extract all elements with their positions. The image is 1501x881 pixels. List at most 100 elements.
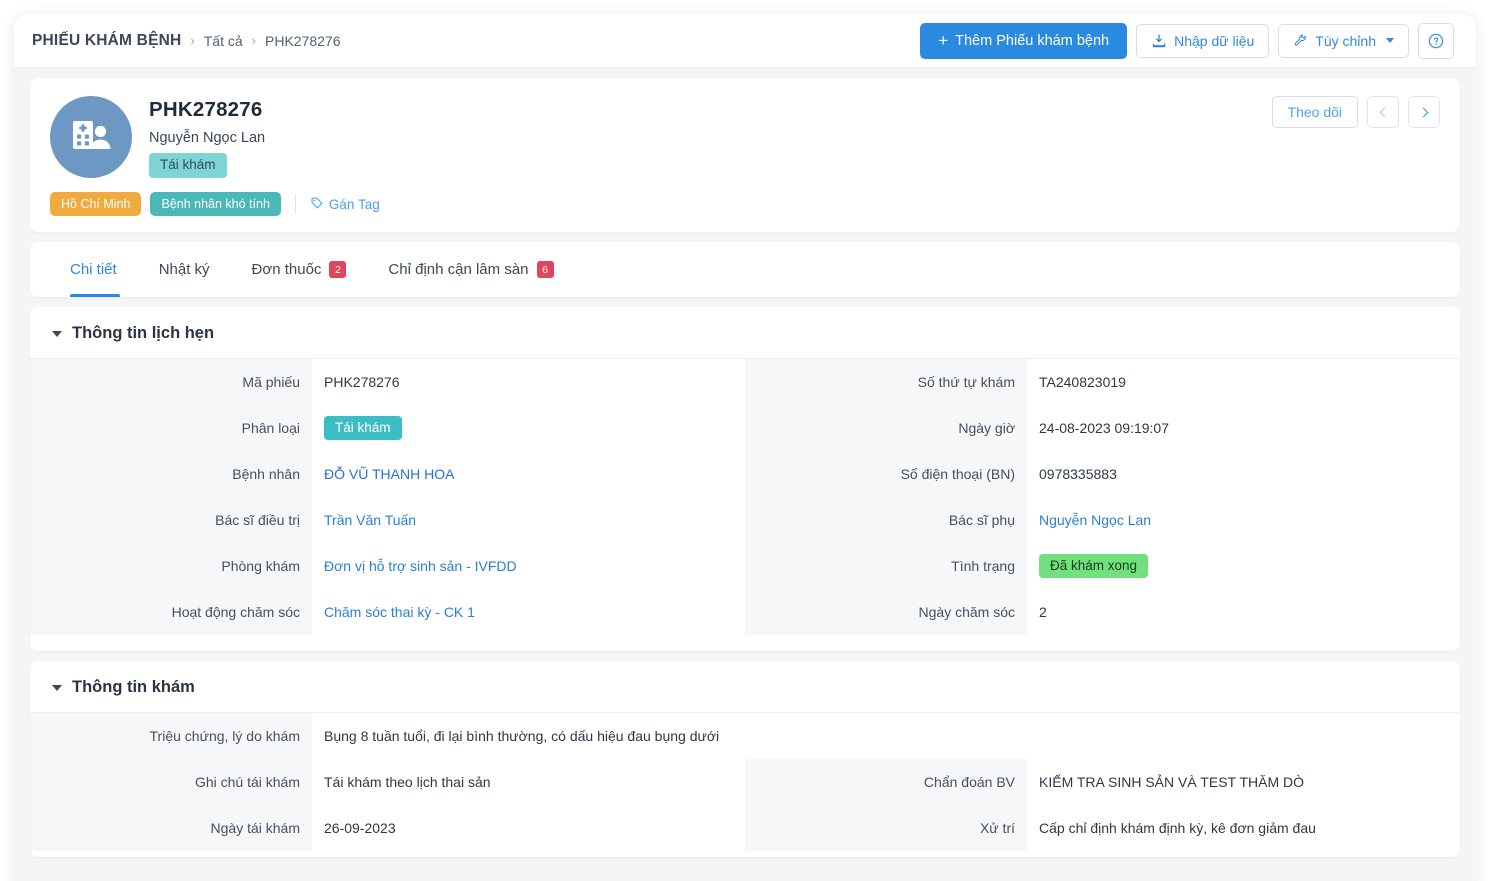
tag-icon [310, 196, 324, 213]
field-value-link[interactable]: Chăm sóc thai kỳ - CK 1 [312, 594, 745, 630]
appointment-left-column: Mã phiếu PHK278276 Phân loại Tái khám Bệ… [30, 359, 745, 635]
exam-section-title: Thông tin khám [72, 678, 195, 696]
app-shell: PHIẾU KHÁM BỆNH › Tất cả › PHK278276 + T… [14, 14, 1476, 881]
field-value: 0978335883 [1039, 466, 1117, 482]
field-ngay-gio: Ngày giờ 24-08-2023 09:19:07 [745, 405, 1460, 451]
divider [294, 194, 296, 214]
field-ghi-chu-tai-kham: Ghi chú tái khám Tái khám theo lịch thai… [30, 759, 745, 805]
field-label: Chẩn đoán BV [745, 759, 1027, 805]
follow-button[interactable]: Theo dõi [1271, 96, 1358, 128]
clinic-person-icon [69, 115, 113, 160]
patient-header-card: PHK278276 Nguyễn Ngọc Lan Tái khám Hồ Ch… [30, 78, 1460, 232]
field-value-link[interactable]: Đơn vị hỗ trợ sinh sản - IVFDD [312, 548, 745, 584]
field-so-thu-tu-kham: Số thứ tự khám TA240823019 [745, 359, 1460, 405]
field-chan-doan-bv: Chẩn đoán BV KIỂM TRA SINH SẢN VÀ TEST T… [745, 759, 1460, 805]
field-ngay-tai-kham: Ngày tái khám 26-09-2023 [30, 805, 745, 851]
exam-info-card: Thông tin khám Triệu chứng, lý do khám B… [30, 661, 1460, 857]
exam-right-column: Chẩn đoán BV KIỂM TRA SINH SẢN VÀ TEST T… [745, 759, 1460, 851]
previous-record-button[interactable] [1367, 96, 1399, 128]
field-label: Ngày tái khám [30, 805, 312, 851]
import-data-button[interactable]: Nhập dữ liệu [1136, 23, 1270, 58]
caret-down-icon[interactable] [52, 330, 62, 337]
field-ngay-cham-soc: Ngày chăm sóc 2 [745, 589, 1460, 635]
field-label: Phòng khám [30, 543, 312, 589]
customize-button[interactable]: Tùy chỉnh [1278, 23, 1409, 58]
field-value: KIỂM TRA SINH SẢN VÀ TEST THĂM DÒ [1039, 774, 1305, 790]
plus-icon: + [938, 31, 949, 50]
assign-tag-label: Gán Tag [328, 196, 380, 212]
classification-badge: Tái khám [324, 415, 402, 441]
tab-log[interactable]: Nhật ký [138, 242, 231, 297]
next-record-button[interactable] [1408, 96, 1440, 128]
field-value: Đã khám xong [1027, 544, 1460, 589]
avatar [50, 96, 132, 178]
tag-row: Hồ Chí Minh Bệnh nhân khó tính Gán Tag [50, 192, 1440, 216]
patient-owner: Nguyễn Ngọc Lan [149, 130, 266, 146]
tab-bar: Chi tiết Nhật ký Đơn thuốc 2 Chỉ định cậ… [52, 242, 1438, 297]
customize-label: Tùy chỉnh [1315, 32, 1376, 49]
field-label: Ngày chăm sóc [745, 589, 1027, 635]
breadcrumb-item-all[interactable]: Tất cả [204, 33, 243, 49]
field-label: Mã phiếu [30, 359, 312, 405]
field-value: 26-09-2023 [324, 820, 396, 836]
import-data-label: Nhập dữ liệu [1174, 32, 1255, 49]
field-bac-si-phu: Bác sĩ phụ Nguyễn Ngọc Lan [745, 497, 1460, 543]
tab-bar-card: Chi tiết Nhật ký Đơn thuốc 2 Chỉ định cậ… [30, 242, 1460, 297]
field-value-link[interactable]: ĐỖ VŨ THANH HOA [312, 456, 745, 492]
tab-detail[interactable]: Chi tiết [52, 242, 138, 297]
exam-section-header[interactable]: Thông tin khám [30, 661, 1460, 713]
add-record-button[interactable]: + Thêm Phiếu khám bệnh [920, 22, 1128, 59]
field-label: Triệu chứng, lý do khám [30, 713, 312, 759]
page-root: PHIẾU KHÁM BỆNH › Tất cả › PHK278276 + T… [0, 0, 1501, 881]
page-title: PHK278276 [149, 98, 263, 121]
field-trieu-chung: Triệu chứng, lý do khám Bụng 8 tuần tuổi… [30, 713, 1460, 759]
breadcrumb-separator-icon: › [190, 33, 195, 48]
wrench-icon [1293, 33, 1308, 48]
appointment-fields-grid: Mã phiếu PHK278276 Phân loại Tái khám Bệ… [30, 359, 1460, 635]
tab-log-label: Nhật ký [158, 261, 210, 278]
chevron-right-icon [1418, 107, 1428, 117]
field-value-link[interactable]: Trần Văn Tuấn [312, 502, 745, 538]
breadcrumb-separator-icon: › [251, 33, 256, 48]
help-button[interactable] [1418, 22, 1454, 59]
field-label: Phân loại [30, 405, 312, 451]
import-icon [1151, 33, 1167, 49]
patient-card-actions: Theo dõi [1271, 96, 1440, 128]
field-tinh-trang: Tình trạng Đã khám xong [745, 543, 1460, 589]
tag-location[interactable]: Hồ Chí Minh [50, 192, 142, 216]
chevron-left-icon [1379, 107, 1389, 117]
field-value: Tái khám [312, 406, 745, 451]
breadcrumb-item-current: PHK278276 [265, 32, 341, 49]
add-record-label: Thêm Phiếu khám bệnh [955, 32, 1110, 49]
exam-left-column: Ghi chú tái khám Tái khám theo lịch thai… [30, 759, 745, 851]
top-toolbar: PHIẾU KHÁM BỆNH › Tất cả › PHK278276 + T… [14, 14, 1476, 68]
field-value: PHK278276 [324, 374, 400, 390]
caret-down-icon[interactable] [52, 684, 62, 691]
tab-prescription[interactable]: Đơn thuốc 2 [231, 242, 368, 297]
breadcrumb-root[interactable]: PHIẾU KHÁM BỆNH [32, 32, 181, 50]
field-xu-tri: Xử trí Cấp chỉ định khám định kỳ, kê đơn… [745, 805, 1460, 851]
tab-paraclinical[interactable]: Chỉ định cận lâm sàn 6 [367, 242, 574, 297]
breadcrumb: PHIẾU KHÁM BỆNH › Tất cả › PHK278276 [32, 32, 341, 50]
field-label: Ngày giờ [745, 405, 1027, 451]
appointment-section-header[interactable]: Thông tin lịch hẹn [30, 307, 1460, 359]
tab-detail-label: Chi tiết [70, 261, 117, 278]
field-value-link[interactable]: Nguyễn Ngọc Lan [1027, 502, 1460, 538]
field-value: Tái khám theo lịch thai sản [324, 774, 491, 790]
tab-prescription-badge: 2 [329, 261, 347, 278]
field-label: Số thứ tự khám [745, 359, 1027, 405]
status-badge: Tái khám [149, 153, 227, 178]
tab-paraclinical-label: Chỉ định cận lâm sàn [388, 261, 529, 278]
field-phan-loai: Phân loại Tái khám [30, 405, 745, 451]
field-value: TA240823019 [1039, 374, 1126, 390]
field-hoat-dong-cham-soc: Hoạt động chăm sóc Chăm sóc thai kỳ - CK… [30, 589, 745, 635]
exam-fields-grid: Ghi chú tái khám Tái khám theo lịch thai… [30, 759, 1460, 851]
field-ma-phieu: Mã phiếu PHK278276 [30, 359, 745, 405]
field-so-dien-thoai: Số điện thoại (BN) 0978335883 [745, 451, 1460, 497]
appointment-info-card: Thông tin lịch hẹn Mã phiếu PHK278276 Ph… [30, 307, 1460, 651]
exam-status-badge: Đã khám xong [1039, 553, 1149, 579]
help-circle-icon [1427, 32, 1445, 50]
tag-patient-note[interactable]: Bệnh nhân khó tính [150, 192, 281, 216]
assign-tag-button[interactable]: Gán Tag [310, 196, 380, 213]
field-label: Xử trí [745, 805, 1027, 851]
